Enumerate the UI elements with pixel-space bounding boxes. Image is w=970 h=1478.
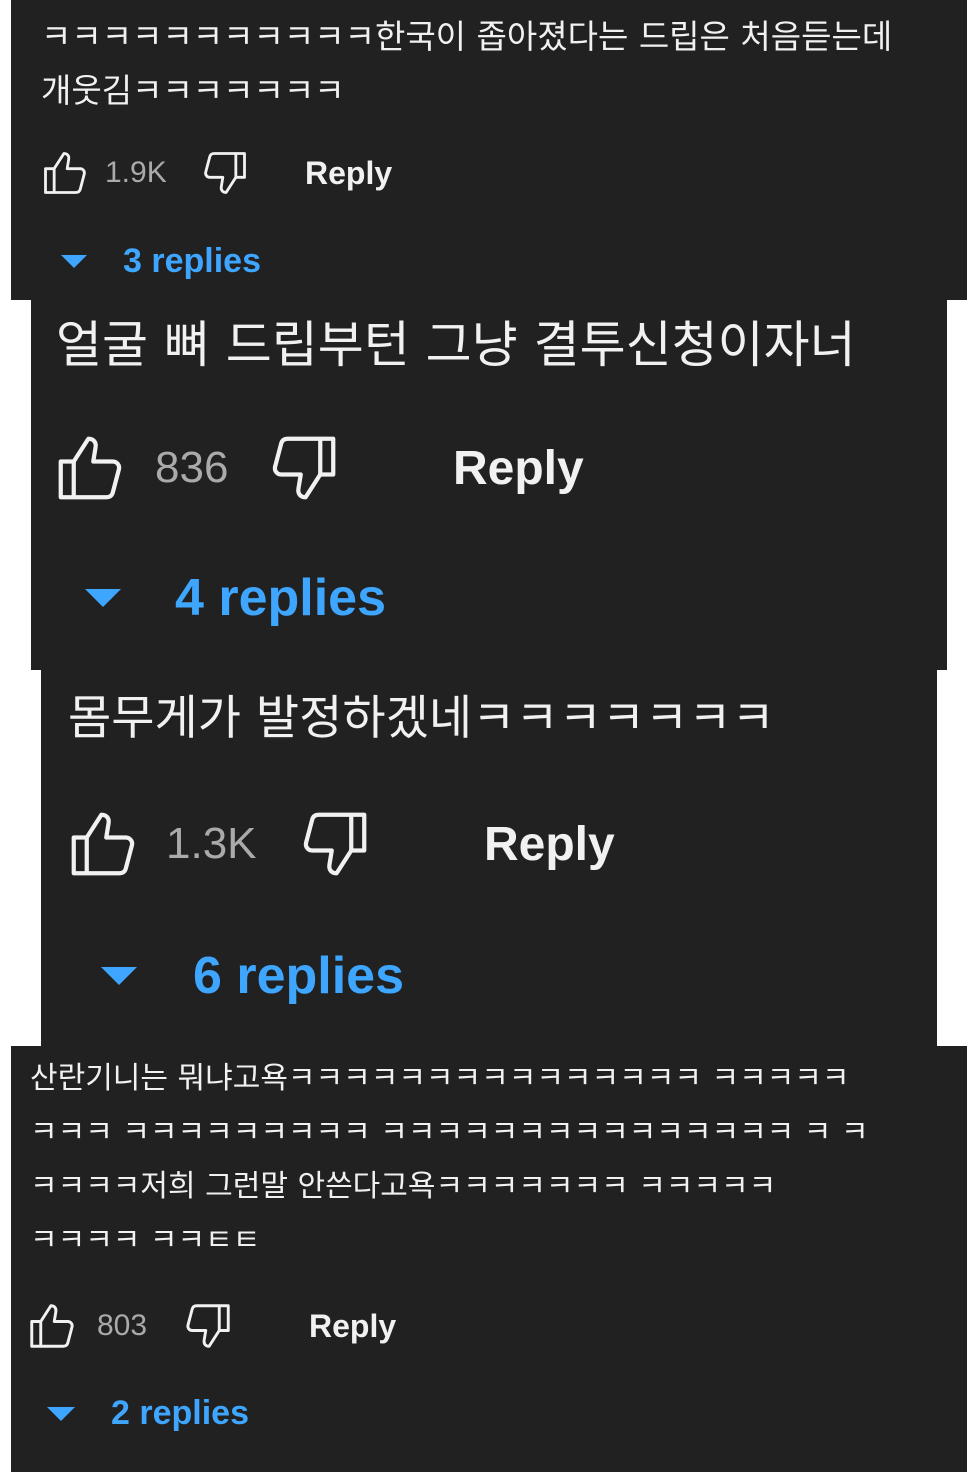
comment-action-bar: 1.3K Reply [64, 804, 615, 884]
thumbs-up-icon[interactable] [51, 429, 129, 507]
comment-card: 몸무게가 발정하겠네ㅋㅋㅋㅋㅋㅋㅋ 1.3K Reply 6 replies [41, 670, 937, 1046]
thumbs-down-icon[interactable] [296, 805, 374, 883]
replies-count-label: 4 replies [175, 569, 387, 627]
view-replies-button[interactable]: 6 replies [101, 946, 404, 1006]
comment-text: 산란기니는 뭐냐고욕ㅋㅋㅋㅋㅋㅋㅋㅋㅋㅋㅋㅋㅋㅋㅋ ㅋㅋㅋㅋㅋ ㅋㅋㅋ ㅋㅋㅋㅋ… [30, 1061, 869, 1258]
thumbs-up-icon[interactable] [25, 1299, 79, 1353]
comment-action-bar: 1.9K Reply [39, 143, 392, 203]
thumbs-down-icon[interactable] [265, 429, 343, 507]
like-count: 1.3K [166, 819, 257, 868]
comment-text: 몸무게가 발정하겠네ㅋㅋㅋㅋㅋㅋㅋ [68, 691, 775, 746]
comment-action-bar: 836 Reply [51, 428, 584, 508]
like-count: 1.9K [105, 156, 167, 189]
replies-count-label: 6 replies [193, 947, 405, 1005]
like-count: 836 [155, 443, 229, 492]
reply-button[interactable]: Reply [305, 155, 392, 192]
replies-count-label: 2 replies [111, 1394, 249, 1432]
thumbs-down-icon[interactable] [181, 1299, 235, 1353]
view-replies-button[interactable]: 3 replies [61, 242, 261, 281]
caret-down-icon [61, 255, 87, 268]
thumbs-up-icon[interactable] [64, 805, 142, 883]
comment-text: ㅋㅋㅋㅋㅋㅋㅋㅋㅋㅋㅋ한국이 좁아졌다는 드립은 처음듣는데 개웃김ㅋㅋㅋㅋㅋㅋ… [41, 17, 893, 110]
comment-card: 얼굴 뼈 드립부턴 그냥 결투신청이자너 836 Reply 4 replies [31, 300, 947, 670]
caret-down-icon [101, 967, 137, 985]
like-count: 803 [97, 1309, 148, 1342]
view-replies-button[interactable]: 4 replies [85, 568, 386, 628]
caret-down-icon [85, 589, 121, 607]
thumbs-up-icon[interactable] [39, 147, 91, 199]
reply-button[interactable]: Reply [309, 1308, 396, 1345]
comment-action-bar: 803 Reply [25, 1296, 396, 1356]
caret-down-icon [47, 1406, 75, 1421]
view-replies-button[interactable]: 2 replies [47, 1394, 249, 1433]
replies-count-label: 3 replies [123, 242, 261, 280]
thumbs-down-icon[interactable] [199, 147, 251, 199]
comment-card: 산란기니는 뭐냐고욕ㅋㅋㅋㅋㅋㅋㅋㅋㅋㅋㅋㅋㅋㅋㅋ ㅋㅋㅋㅋㅋ ㅋㅋㅋ ㅋㅋㅋㅋ… [11, 1046, 967, 1472]
reply-button[interactable]: Reply [484, 817, 615, 872]
reply-button[interactable]: Reply [453, 441, 584, 496]
comment-text: 얼굴 뼈 드립부턴 그냥 결투신청이자너 [56, 316, 856, 374]
comment-card: ㅋㅋㅋㅋㅋㅋㅋㅋㅋㅋㅋ한국이 좁아졌다는 드립은 처음듣는데 개웃김ㅋㅋㅋㅋㅋㅋ… [11, 0, 967, 300]
